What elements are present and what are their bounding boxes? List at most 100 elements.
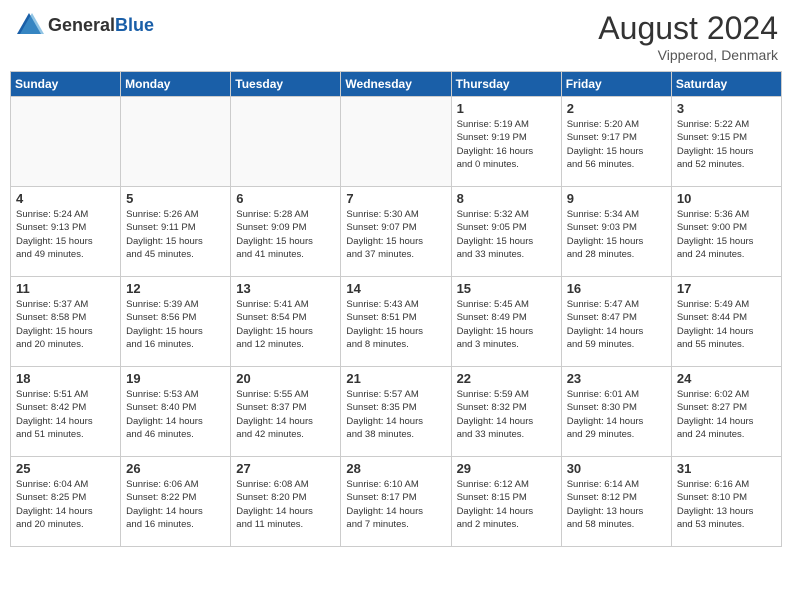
day-info: Sunrise: 5:59 AM Sunset: 8:32 PM Dayligh… xyxy=(457,388,556,441)
calendar-cell: 16 Sunrise: 5:47 AM Sunset: 8:47 PM Dayli… xyxy=(561,277,671,367)
calendar-cell: 30 Sunrise: 6:14 AM Sunset: 8:12 PM Dayli… xyxy=(561,457,671,547)
day-number: 8 xyxy=(457,191,556,206)
day-number: 13 xyxy=(236,281,335,296)
day-number: 16 xyxy=(567,281,666,296)
day-number: 19 xyxy=(126,371,225,386)
logo-general: General xyxy=(48,15,115,35)
weekday-header-saturday: Saturday xyxy=(671,72,781,97)
day-number: 6 xyxy=(236,191,335,206)
day-number: 5 xyxy=(126,191,225,206)
calendar-cell: 11 Sunrise: 5:37 AM Sunset: 8:58 PM Dayli… xyxy=(11,277,121,367)
day-number: 26 xyxy=(126,461,225,476)
day-info: Sunrise: 5:22 AM Sunset: 9:15 PM Dayligh… xyxy=(677,118,776,171)
weekday-header-sunday: Sunday xyxy=(11,72,121,97)
day-info: Sunrise: 5:41 AM Sunset: 8:54 PM Dayligh… xyxy=(236,298,335,351)
day-info: Sunrise: 6:06 AM Sunset: 8:22 PM Dayligh… xyxy=(126,478,225,531)
calendar-cell: 3 Sunrise: 5:22 AM Sunset: 9:15 PM Daylig… xyxy=(671,97,781,187)
calendar-cell: 12 Sunrise: 5:39 AM Sunset: 8:56 PM Dayli… xyxy=(121,277,231,367)
week-row-1: 1 Sunrise: 5:19 AM Sunset: 9:19 PM Daylig… xyxy=(11,97,782,187)
day-info: Sunrise: 5:47 AM Sunset: 8:47 PM Dayligh… xyxy=(567,298,666,351)
day-number: 21 xyxy=(346,371,445,386)
day-info: Sunrise: 5:36 AM Sunset: 9:00 PM Dayligh… xyxy=(677,208,776,261)
day-info: Sunrise: 5:43 AM Sunset: 8:51 PM Dayligh… xyxy=(346,298,445,351)
calendar-cell: 7 Sunrise: 5:30 AM Sunset: 9:07 PM Daylig… xyxy=(341,187,451,277)
calendar-cell: 21 Sunrise: 5:57 AM Sunset: 8:35 PM Dayli… xyxy=(341,367,451,457)
day-info: Sunrise: 5:57 AM Sunset: 8:35 PM Dayligh… xyxy=(346,388,445,441)
calendar-cell: 22 Sunrise: 5:59 AM Sunset: 8:32 PM Dayli… xyxy=(451,367,561,457)
day-info: Sunrise: 6:16 AM Sunset: 8:10 PM Dayligh… xyxy=(677,478,776,531)
day-number: 23 xyxy=(567,371,666,386)
calendar-cell: 29 Sunrise: 6:12 AM Sunset: 8:15 PM Dayli… xyxy=(451,457,561,547)
calendar-cell: 1 Sunrise: 5:19 AM Sunset: 9:19 PM Daylig… xyxy=(451,97,561,187)
day-number: 9 xyxy=(567,191,666,206)
day-info: Sunrise: 5:19 AM Sunset: 9:19 PM Dayligh… xyxy=(457,118,556,171)
day-number: 22 xyxy=(457,371,556,386)
day-number: 30 xyxy=(567,461,666,476)
calendar-cell: 10Sunrise: 5:36 AM Sunset: 9:00 PM Dayli… xyxy=(671,187,781,277)
day-info: Sunrise: 5:45 AM Sunset: 8:49 PM Dayligh… xyxy=(457,298,556,351)
weekday-header-monday: Monday xyxy=(121,72,231,97)
day-info: Sunrise: 5:55 AM Sunset: 8:37 PM Dayligh… xyxy=(236,388,335,441)
location: Vipperod, Denmark xyxy=(598,47,778,63)
calendar-cell: 28 Sunrise: 6:10 AM Sunset: 8:17 PM Dayli… xyxy=(341,457,451,547)
calendar-cell: 19 Sunrise: 5:53 AM Sunset: 8:40 PM Dayli… xyxy=(121,367,231,457)
day-number: 3 xyxy=(677,101,776,116)
calendar-cell: 26 Sunrise: 6:06 AM Sunset: 8:22 PM Dayli… xyxy=(121,457,231,547)
day-info: Sunrise: 5:53 AM Sunset: 8:40 PM Dayligh… xyxy=(126,388,225,441)
day-number: 27 xyxy=(236,461,335,476)
day-info: Sunrise: 6:04 AM Sunset: 8:25 PM Dayligh… xyxy=(16,478,115,531)
calendar-cell: 5 Sunrise: 5:26 AM Sunset: 9:11 PM Daylig… xyxy=(121,187,231,277)
calendar-cell: 20 Sunrise: 5:55 AM Sunset: 8:37 PM Dayli… xyxy=(231,367,341,457)
calendar-cell: 23Sunrise: 6:01 AM Sunset: 8:30 PM Dayli… xyxy=(561,367,671,457)
calendar-cell: 27Sunrise: 6:08 AM Sunset: 8:20 PM Dayli… xyxy=(231,457,341,547)
month-year: August 2024 xyxy=(598,10,778,47)
weekday-header-thursday: Thursday xyxy=(451,72,561,97)
calendar-cell: 18Sunrise: 5:51 AM Sunset: 8:42 PM Dayli… xyxy=(11,367,121,457)
day-number: 29 xyxy=(457,461,556,476)
day-info: Sunrise: 5:28 AM Sunset: 9:09 PM Dayligh… xyxy=(236,208,335,261)
day-number: 12 xyxy=(126,281,225,296)
logo-icon xyxy=(14,10,44,40)
day-number: 11 xyxy=(16,281,115,296)
weekday-header-wednesday: Wednesday xyxy=(341,72,451,97)
day-info: Sunrise: 6:10 AM Sunset: 8:17 PM Dayligh… xyxy=(346,478,445,531)
day-info: Sunrise: 5:20 AM Sunset: 9:17 PM Dayligh… xyxy=(567,118,666,171)
day-number: 2 xyxy=(567,101,666,116)
calendar-cell: 2 Sunrise: 5:20 AM Sunset: 9:17 PM Daylig… xyxy=(561,97,671,187)
calendar-cell: 25 Sunrise: 6:04 AM Sunset: 8:25 PM Dayli… xyxy=(11,457,121,547)
day-number: 1 xyxy=(457,101,556,116)
calendar-cell xyxy=(11,97,121,187)
day-info: Sunrise: 5:30 AM Sunset: 9:07 PM Dayligh… xyxy=(346,208,445,261)
calendar-cell xyxy=(121,97,231,187)
calendar-cell: 6 Sunrise: 5:28 AM Sunset: 9:09 PM Daylig… xyxy=(231,187,341,277)
day-info: Sunrise: 5:26 AM Sunset: 9:11 PM Dayligh… xyxy=(126,208,225,261)
day-number: 20 xyxy=(236,371,335,386)
day-number: 25 xyxy=(16,461,115,476)
day-info: Sunrise: 5:39 AM Sunset: 8:56 PM Dayligh… xyxy=(126,298,225,351)
calendar-table: SundayMondayTuesdayWednesdayThursdayFrid… xyxy=(10,71,782,547)
day-info: Sunrise: 5:37 AM Sunset: 8:58 PM Dayligh… xyxy=(16,298,115,351)
day-number: 14 xyxy=(346,281,445,296)
page-header: GeneralBlue August 2024 Vipperod, Denmar… xyxy=(10,10,782,63)
day-number: 15 xyxy=(457,281,556,296)
weekday-header-tuesday: Tuesday xyxy=(231,72,341,97)
calendar-cell: 8Sunrise: 5:32 AM Sunset: 9:05 PM Daylig… xyxy=(451,187,561,277)
day-number: 4 xyxy=(16,191,115,206)
calendar-cell: 14 Sunrise: 5:43 AM Sunset: 8:51 PM Dayli… xyxy=(341,277,451,367)
week-row-4: 18Sunrise: 5:51 AM Sunset: 8:42 PM Dayli… xyxy=(11,367,782,457)
day-info: Sunrise: 6:14 AM Sunset: 8:12 PM Dayligh… xyxy=(567,478,666,531)
day-info: Sunrise: 5:51 AM Sunset: 8:42 PM Dayligh… xyxy=(16,388,115,441)
title-block: August 2024 Vipperod, Denmark xyxy=(598,10,778,63)
day-number: 7 xyxy=(346,191,445,206)
day-info: Sunrise: 5:34 AM Sunset: 9:03 PM Dayligh… xyxy=(567,208,666,261)
weekday-header-friday: Friday xyxy=(561,72,671,97)
logo: GeneralBlue xyxy=(14,10,154,40)
day-number: 31 xyxy=(677,461,776,476)
calendar-cell: 13 Sunrise: 5:41 AM Sunset: 8:54 PM Dayli… xyxy=(231,277,341,367)
day-info: Sunrise: 5:24 AM Sunset: 9:13 PM Dayligh… xyxy=(16,208,115,261)
day-info: Sunrise: 6:12 AM Sunset: 8:15 PM Dayligh… xyxy=(457,478,556,531)
logo-blue: Blue xyxy=(115,15,154,35)
weekday-header-row: SundayMondayTuesdayWednesdayThursdayFrid… xyxy=(11,72,782,97)
calendar-cell: 17Sunrise: 5:49 AM Sunset: 8:44 PM Dayli… xyxy=(671,277,781,367)
day-number: 28 xyxy=(346,461,445,476)
